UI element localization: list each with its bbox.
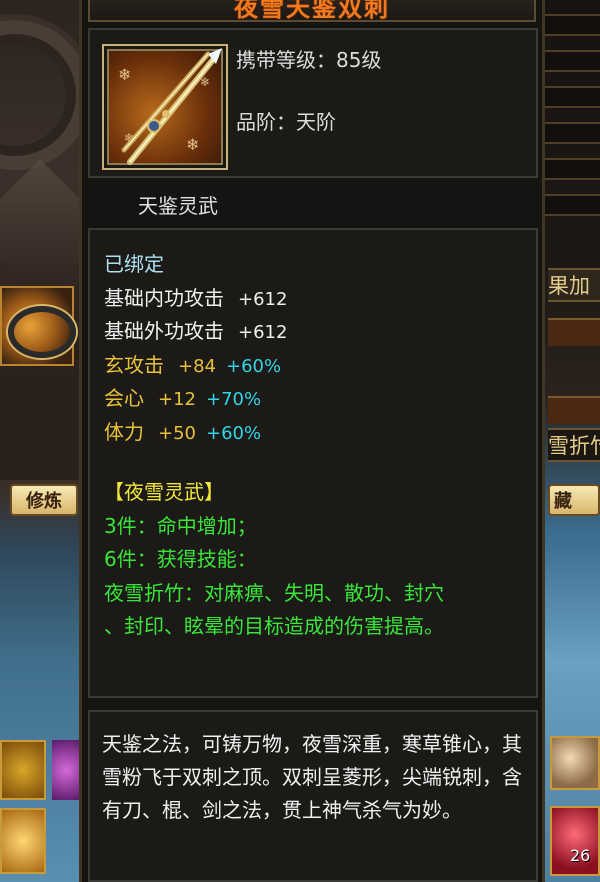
decorative-wing [0, 159, 80, 301]
item-header: ❄ ❄ ❄ ❄ 携带等级：85级 品阶：天阶 [88, 28, 538, 178]
set-skill-description-line-2: 、封印、眩晕的目标造成的伤害提高。 [104, 614, 444, 638]
stat-name: 基础外功攻击 [104, 319, 224, 343]
required-level: 携带等级：85级 [236, 48, 382, 72]
right-panel-label-2: 雪折竹 [548, 428, 600, 462]
stat-value: +612 [238, 322, 288, 343]
stat-row: 基础外功攻击 +612 [104, 315, 444, 349]
skill-slot-3[interactable] [52, 740, 80, 800]
stat-bonus: +70% [206, 389, 262, 410]
right-panel-label-1: 果加 [548, 268, 600, 302]
item-title: 夜雪天鉴双刺 [234, 0, 390, 22]
skill-slot-1[interactable] [0, 740, 46, 800]
item-stack-count: 26 [570, 846, 591, 865]
tooltip-title-bar: 夜雪天鉴双刺 [88, 0, 536, 22]
set-bonus-3-piece: 3件：命中增加； [104, 513, 257, 538]
background-left-panel [0, 0, 80, 882]
item-lore-panel: 天鉴之法，可铸万物，夜雪深重，寒草锥心，其雪粉飞于双刺之顶。双刺呈菱形，尖端锐刺… [88, 710, 538, 882]
set-category-label: 天鉴灵武 [138, 194, 218, 218]
item-description: 天鉴之法，可铸万物，夜雪深重，寒草锥心，其雪粉飞于双刺之顶。双刺呈菱形，尖端锐刺… [102, 732, 522, 822]
skill-slot-2[interactable] [0, 808, 46, 874]
stat-bonus: +60% [206, 422, 262, 444]
stat-value: +12 [158, 389, 196, 410]
set-bonus-6-piece: 6件：获得技能： [104, 547, 257, 571]
tab-collection[interactable]: 藏 [548, 484, 600, 516]
set-skill-description-line-1: 夜雪折竹：对麻痹、失明、散功、封穴 [104, 580, 444, 605]
mount-slot[interactable] [550, 736, 600, 790]
stat-value: +50 [158, 422, 196, 444]
bound-status: 已绑定 [104, 252, 164, 276]
item-stats-panel: 已绑定 基础内功攻击 +612 基础外功攻击 +612 玄攻击 +84 +60% 会心 +… [88, 228, 538, 698]
stat-row: 体力 +50 +60% [104, 416, 444, 450]
stat-value: +84 [178, 355, 216, 377]
equipment-slot-bracelet[interactable] [0, 286, 76, 366]
item-slot-gem[interactable] [550, 806, 600, 876]
stat-row: 会心 +12 +70% [104, 382, 444, 416]
stat-name: 基础内功攻击 [104, 285, 224, 310]
tab-cultivation[interactable]: 修炼 [10, 484, 78, 516]
item-grade: 品阶：天阶 [236, 110, 336, 134]
decorative-disc [0, 20, 80, 170]
item-tooltip: 夜雪天鉴双刺 ❄ ❄ ❄ ❄ 携带等级：85级 品阶：天阶 天鉴灵武 已绑定 基… [79, 0, 545, 882]
svg-text:❄: ❄ [118, 65, 131, 84]
stat-name: 玄攻击 [104, 352, 164, 377]
stat-name: 体力 [104, 419, 144, 444]
stat-row: 基础内功攻击 +612 [104, 282, 444, 316]
set-name: 【夜雪灵武】 [104, 480, 224, 504]
stat-name: 会心 [104, 386, 144, 410]
stat-bonus: +60% [226, 355, 282, 377]
stat-value: +612 [238, 288, 288, 310]
stat-row: 玄攻击 +84 +60% [104, 349, 444, 383]
dual-blade-weapon-icon: ❄ ❄ ❄ ❄ [102, 44, 228, 170]
svg-text:❄: ❄ [186, 135, 199, 154]
